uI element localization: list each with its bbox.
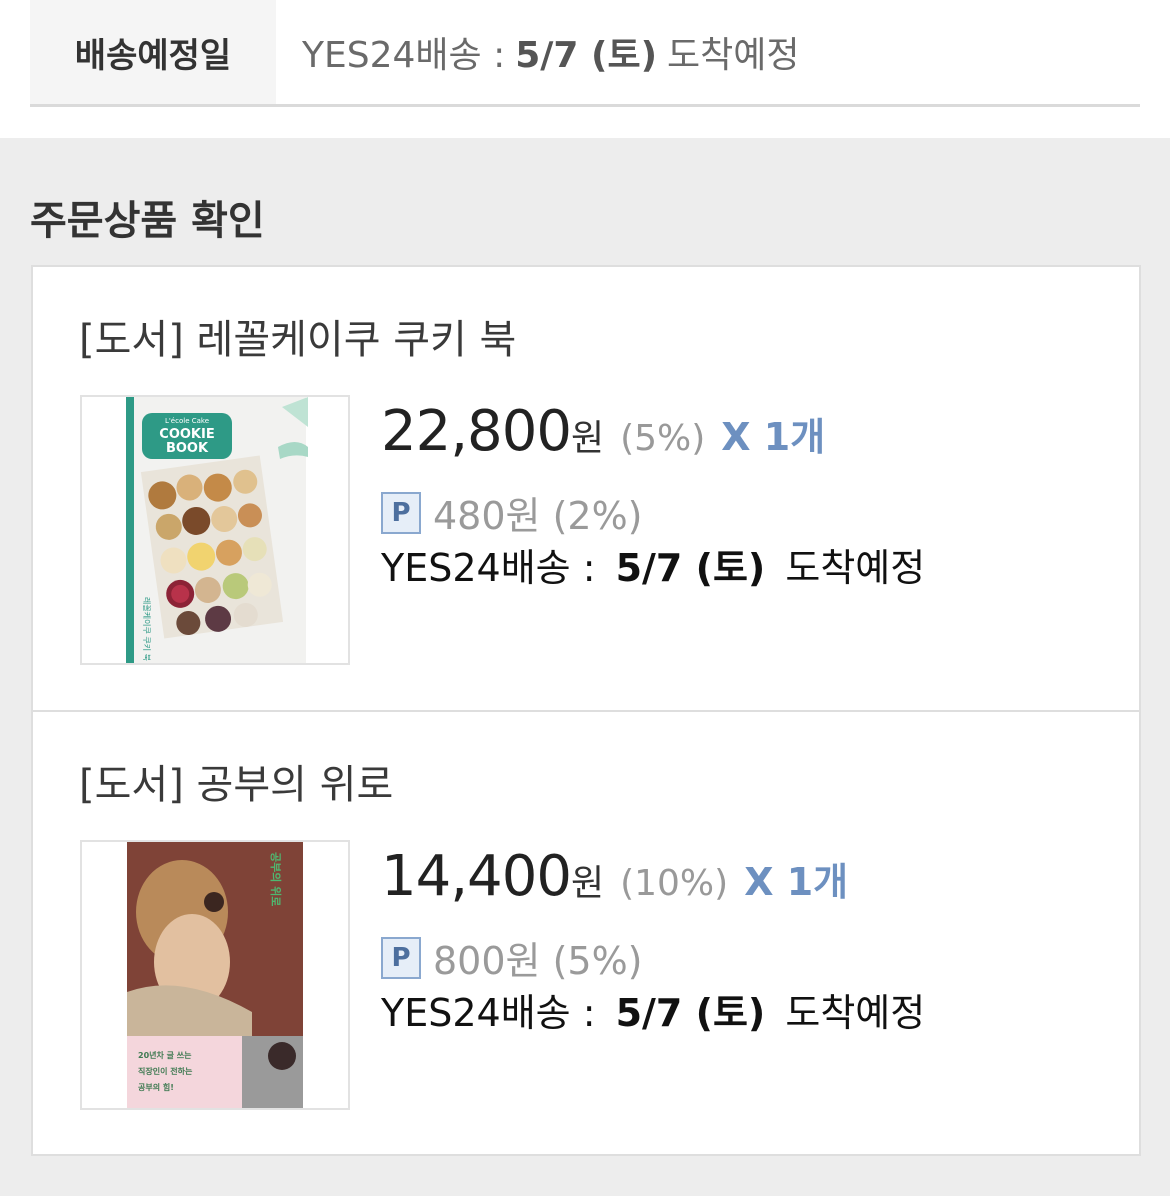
delivery-summary: 배송예정일 YES24배송 : 5/7 (토) 도착예정: [0, 0, 1170, 138]
cover-line1: L'école Cake: [165, 417, 209, 425]
cover-line3: 공부의 힘!: [138, 1082, 174, 1092]
price-value: 14,400: [381, 844, 572, 909]
price-line: 14,400 원 (10%) X 1개: [381, 844, 848, 909]
order-item[interactable]: [도서] 레꼴케이쿠 쿠키 북 L'école Cake COOKIE BOOK: [33, 267, 1139, 711]
item-delivery-info: YES24배송 : 5/7 (토) 도착예정: [381, 982, 925, 1037]
cover-line2: COOKIE: [159, 427, 214, 442]
cover-line2: 직장인이 전하는: [138, 1066, 193, 1076]
item-title[interactable]: [도서] 공부의 위로: [79, 752, 393, 810]
discount-rate: (5%): [620, 418, 706, 459]
delivery-date-info: YES24배송 : 5/7 (토) 도착예정: [302, 0, 800, 104]
price-currency: 원: [570, 418, 605, 459]
item-delivery-suffix: 도착예정: [785, 546, 926, 590]
order-item[interactable]: [도서] 공부의 위로 공부의 위로 20년차 글 쓰는 직장인이 전하는 공부…: [33, 710, 1139, 1156]
points-icon: P: [381, 491, 421, 534]
item-delivery-suffix: 도착예정: [785, 991, 926, 1035]
points-value: 800원 (5%): [433, 939, 643, 983]
delivery-date-row: 배송예정일 YES24배송 : 5/7 (토) 도착예정: [30, 0, 1140, 107]
item-delivery-date: 5/7 (토): [615, 546, 766, 590]
book-cover-image[interactable]: L'école Cake COOKIE BOOK 레꼴케이쿠 쿠키 북: [80, 395, 350, 665]
item-delivery-carrier: YES24배송 :: [381, 546, 596, 590]
discount-rate: (10%): [620, 863, 729, 904]
points-line: P 480원 (2%): [381, 485, 643, 540]
study-book-cover: 공부의 위로 20년차 글 쓰는 직장인이 전하는 공부의 힘!: [82, 842, 348, 1108]
delivery-date: 5/7 (토): [515, 35, 658, 76]
cookie-book-cover: L'école Cake COOKIE BOOK 레꼴케이쿠 쿠키 북: [82, 397, 348, 663]
item-delivery-date: 5/7 (토): [615, 991, 766, 1035]
cover-line3: BOOK: [166, 441, 209, 456]
points-value: 480원 (2%): [433, 494, 643, 538]
cover-line1: 20년차 글 쓰는: [138, 1050, 192, 1060]
quantity: X 1개: [744, 860, 849, 904]
cover-spine: 레꼴케이쿠 쿠키 북: [142, 597, 152, 661]
section-title: 주문상품 확인: [30, 198, 265, 244]
points-icon: P: [381, 936, 421, 979]
delivery-suffix: 도착예정: [667, 35, 800, 76]
price-value: 22,800: [381, 399, 572, 464]
delivery-date-label: 배송예정일: [30, 0, 276, 104]
points-line: P 800원 (5%): [381, 930, 643, 985]
price-line: 22,800 원 (5%) X 1개: [381, 399, 825, 464]
book-cover-image[interactable]: 공부의 위로 20년차 글 쓰는 직장인이 전하는 공부의 힘!: [80, 840, 350, 1110]
item-title[interactable]: [도서] 레꼴케이쿠 쿠키 북: [79, 307, 516, 365]
item-delivery-info: YES24배송 : 5/7 (토) 도착예정: [381, 537, 925, 592]
price-currency: 원: [570, 863, 605, 904]
cover-vertical-title: 공부의 위로: [269, 852, 283, 906]
order-items-list: [도서] 레꼴케이쿠 쿠키 북 L'école Cake COOKIE BOOK: [31, 265, 1141, 1156]
item-delivery-carrier: YES24배송 :: [381, 991, 596, 1035]
quantity: X 1개: [721, 415, 826, 459]
delivery-carrier: YES24배송 :: [302, 35, 506, 76]
